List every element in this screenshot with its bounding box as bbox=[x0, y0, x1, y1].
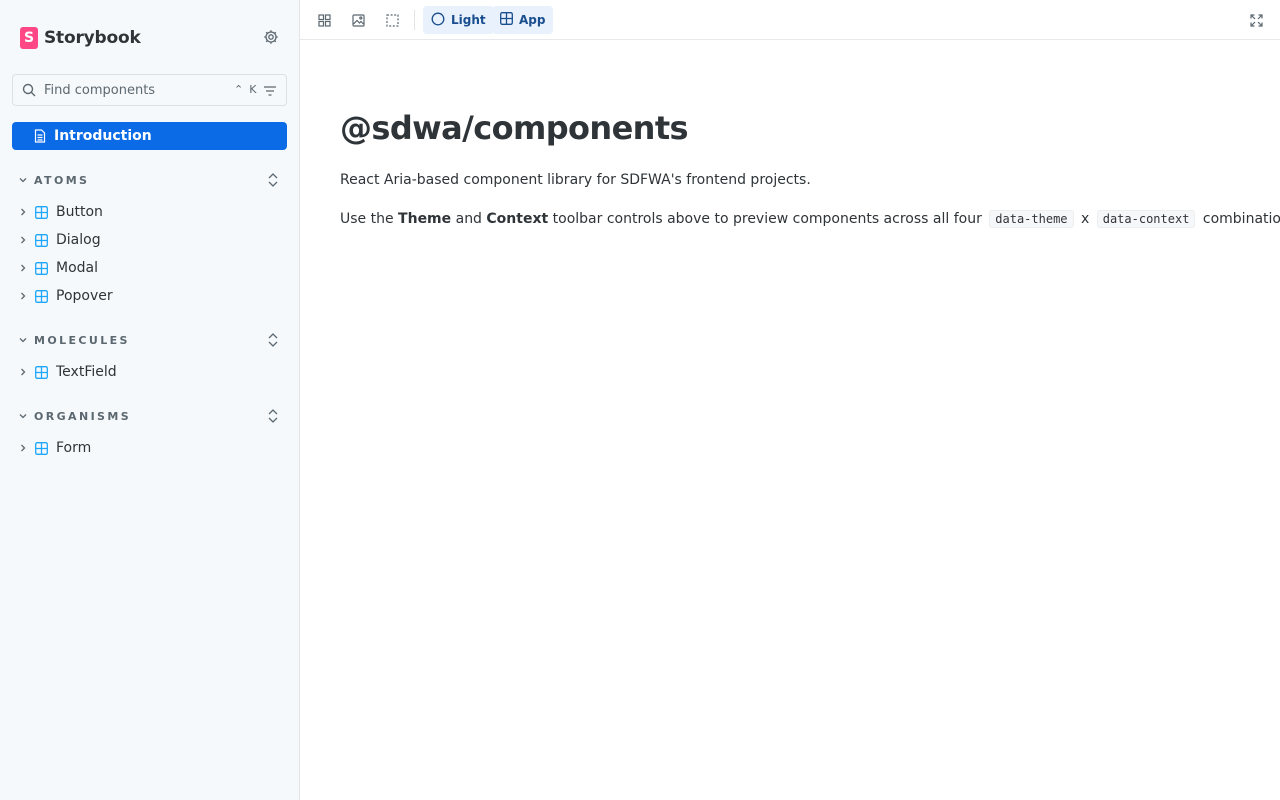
chevron-down-icon bbox=[18, 410, 30, 422]
component-icon bbox=[500, 12, 513, 28]
sidebar-item-form[interactable]: Form bbox=[12, 434, 287, 462]
search-icon bbox=[22, 83, 36, 97]
code-data-context: data-context bbox=[1096, 210, 1196, 228]
toolbar-divider bbox=[414, 10, 415, 30]
expand-collapse-icon[interactable] bbox=[265, 407, 281, 425]
sidebar-item-label: Popover bbox=[56, 288, 113, 304]
component-icon bbox=[35, 289, 49, 303]
sidebar-item-modal[interactable]: Modal bbox=[12, 254, 287, 282]
search-input[interactable] bbox=[44, 82, 224, 98]
group-title: MOLECULES bbox=[34, 333, 130, 347]
group-title: ATOMS bbox=[34, 173, 90, 187]
usage-paragraph: Use the Theme and Context toolbar contro… bbox=[340, 209, 1280, 229]
storybook-brand[interactable]: S Storybook bbox=[20, 26, 141, 50]
usage-middle: toolbar controls above to preview compon… bbox=[552, 211, 982, 227]
chevron-right-icon bbox=[18, 262, 30, 274]
theme-label: Light bbox=[451, 13, 486, 27]
sidebar-item-label: Dialog bbox=[56, 232, 101, 248]
search-shortcut: ⌃ K bbox=[234, 83, 256, 96]
context-toggle[interactable]: App bbox=[492, 6, 554, 34]
sidebar: S Storybook ⌃ K Introduction ATO bbox=[0, 0, 300, 800]
shortcut-key: K bbox=[249, 83, 257, 96]
chevron-right-icon bbox=[18, 442, 30, 454]
component-icon bbox=[35, 205, 49, 219]
group-header-organisms[interactable]: ORGANISMS bbox=[12, 404, 287, 428]
settings-gear-icon[interactable] bbox=[261, 27, 281, 47]
component-icon bbox=[35, 233, 49, 247]
chevron-right-icon bbox=[18, 234, 30, 246]
outline-icon[interactable] bbox=[378, 8, 406, 32]
usage-times: x bbox=[1080, 211, 1090, 227]
sidebar-item-label: TextField bbox=[56, 364, 117, 380]
group-header-atoms[interactable]: ATOMS bbox=[12, 168, 287, 192]
docs-content: @sdwa/components React Aria-based compon… bbox=[340, 108, 1280, 228]
sidebar-item-label: Form bbox=[56, 440, 92, 456]
context-word: Context bbox=[486, 211, 549, 227]
component-icon bbox=[35, 261, 49, 275]
filter-icon[interactable] bbox=[262, 83, 278, 99]
fullscreen-icon[interactable] bbox=[1242, 8, 1270, 32]
chevron-down-icon bbox=[18, 334, 30, 346]
sidebar-item-dialog[interactable]: Dialog bbox=[12, 226, 287, 254]
component-icon bbox=[35, 365, 49, 379]
storybook-logo-icon: S bbox=[20, 27, 38, 49]
toolbar: Light App bbox=[300, 0, 1280, 40]
sidebar-item-label: Introduction bbox=[54, 128, 152, 144]
intro-paragraph: React Aria-based component library for S… bbox=[340, 172, 811, 188]
sidebar-item-introduction[interactable]: Introduction bbox=[12, 122, 287, 150]
chevron-down-icon bbox=[18, 174, 30, 186]
usage-prefix: Use the bbox=[340, 211, 394, 227]
search-box: ⌃ K bbox=[12, 74, 287, 106]
sidebar-item-popover[interactable]: Popover bbox=[12, 282, 287, 310]
chevron-right-icon bbox=[18, 366, 30, 378]
sidebar-item-label: Modal bbox=[56, 260, 98, 276]
document-icon bbox=[34, 129, 48, 143]
usage-suffix: combinations. bbox=[1202, 211, 1280, 227]
chevron-right-icon bbox=[18, 206, 30, 218]
shortcut-modifier: ⌃ bbox=[234, 83, 244, 96]
theme-toggle[interactable]: Light bbox=[423, 6, 494, 34]
usage-and: and bbox=[455, 211, 482, 227]
component-icon bbox=[35, 441, 49, 455]
circle-icon bbox=[431, 12, 445, 29]
group-title: ORGANISMS bbox=[34, 409, 132, 423]
image-background-icon[interactable] bbox=[344, 8, 372, 32]
grid-icon[interactable] bbox=[310, 8, 338, 32]
expand-collapse-icon[interactable] bbox=[265, 171, 281, 189]
chevron-right-icon bbox=[18, 290, 30, 302]
expand-collapse-icon[interactable] bbox=[265, 331, 281, 349]
page-title: @sdwa/components bbox=[340, 109, 689, 147]
sidebar-item-textfield[interactable]: TextField bbox=[12, 358, 287, 386]
theme-word: Theme bbox=[398, 211, 452, 227]
sidebar-item-button[interactable]: Button bbox=[12, 198, 287, 226]
group-header-molecules[interactable]: MOLECULES bbox=[12, 328, 287, 352]
sidebar-item-label: Button bbox=[56, 204, 103, 220]
context-label: App bbox=[519, 13, 546, 27]
brand-name: Storybook bbox=[44, 28, 141, 48]
code-data-theme: data-theme bbox=[989, 210, 1074, 228]
